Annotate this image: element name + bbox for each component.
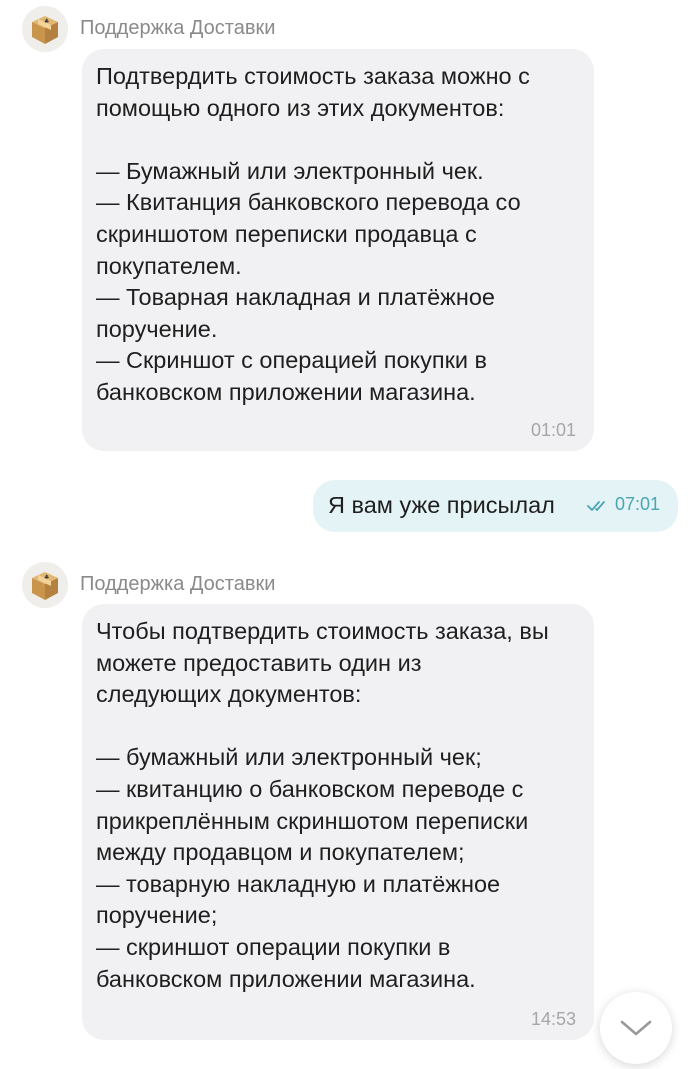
incoming-message-bubble[interactable]: Подтвердить стоимость заказа можно с пом… [82,49,594,451]
double-check-icon [587,500,605,511]
box-avatar-icon: ♣ [22,562,68,608]
svg-text:♣: ♣ [44,18,49,25]
message-meta: 07:01 [587,494,660,515]
svg-text:♣: ♣ [44,574,49,581]
chevron-down-icon [620,1020,652,1036]
sender-name: Поддержка Доставки [80,573,276,595]
outgoing-message-bubble[interactable]: Я вам уже присылал 07:01 [313,480,678,532]
message-timestamp: 01:01 [530,420,576,440]
sender-name: Поддержка Доставки [80,17,276,39]
box-avatar-icon: ♣ [22,6,68,52]
message-text: Я вам уже присылал [328,492,555,518]
incoming-message-bubble[interactable]: Чтобы подтвердить стоимость заказа, вы м… [82,604,594,1040]
message-text: Подтвердить стоимость заказа можно с пом… [96,63,530,405]
sender-avatar[interactable]: ♣ [22,562,68,608]
sender-avatar[interactable]: ♣ [22,6,68,52]
message-timestamp: 14:53 [530,1009,576,1029]
message-text: Чтобы подтвердить стоимость заказа, вы м… [96,618,549,992]
message-timestamp: 07:01 [614,494,660,514]
scroll-to-bottom-button[interactable] [600,992,672,1064]
